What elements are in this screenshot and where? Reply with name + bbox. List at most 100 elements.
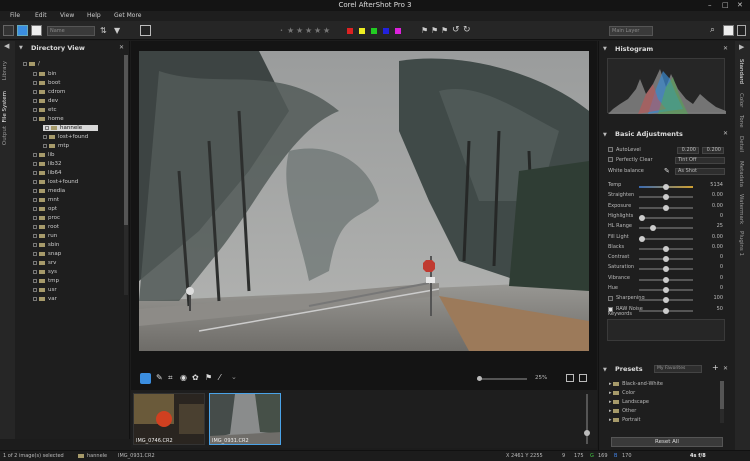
panel-toggle-icon[interactable] xyxy=(723,25,734,36)
tree-item[interactable]: sbin xyxy=(33,242,59,248)
slider-value[interactable]: 50 xyxy=(699,306,723,312)
actual-size-icon[interactable] xyxy=(579,374,587,382)
adjust-slider[interactable] xyxy=(639,276,693,283)
slider-checkbox[interactable] xyxy=(608,296,613,302)
tree-item[interactable]: lib32 xyxy=(33,161,62,167)
menu-edit[interactable]: Edit xyxy=(35,12,47,19)
tab-detail[interactable]: Detail xyxy=(738,136,744,152)
rating-star-icon[interactable]: ★ xyxy=(296,26,303,35)
slider-value[interactable]: 0 xyxy=(699,275,723,281)
tree-item[interactable]: run xyxy=(33,233,57,239)
tree-item[interactable]: sys xyxy=(33,269,57,275)
collapse-arrow-icon[interactable]: ▼ xyxy=(19,45,23,51)
tab-standard[interactable]: Standard xyxy=(738,59,744,84)
tree-scrollbar[interactable] xyxy=(124,55,128,295)
slider-knob[interactable] xyxy=(663,245,669,252)
presets-scrollbar[interactable] xyxy=(720,381,724,423)
slider-knob[interactable] xyxy=(638,235,645,242)
collapse-arrow-icon[interactable]: ▼ xyxy=(603,46,607,52)
tree-item[interactable]: opt xyxy=(33,206,57,212)
tab-output[interactable]: Output xyxy=(2,126,8,145)
fullscreen-icon[interactable] xyxy=(31,25,42,36)
tree-item[interactable]: snap xyxy=(33,251,61,257)
flag-icon[interactable]: ⚑ xyxy=(421,26,428,35)
slider-knob[interactable] xyxy=(663,194,669,201)
grid-view-icon[interactable] xyxy=(3,25,14,36)
slider-value[interactable]: 0 xyxy=(699,285,723,291)
slider-value[interactable]: 0.00 xyxy=(699,244,723,250)
color-label-green[interactable] xyxy=(371,28,377,34)
menu-file[interactable]: File xyxy=(10,12,20,19)
reject-icon[interactable]: • xyxy=(280,28,283,34)
thumbnail-selected[interactable]: IMG_0931.CR2 xyxy=(209,393,281,445)
preset-item[interactable]: ▸ Portrait xyxy=(609,417,641,423)
tab-watermark[interactable]: Watermark xyxy=(738,194,744,224)
slider-knob[interactable] xyxy=(663,184,669,190)
zoom-slider[interactable] xyxy=(477,376,527,381)
adjust-slider[interactable] xyxy=(639,287,693,293)
tree-item[interactable]: usr xyxy=(33,287,57,293)
collapse-right-icon[interactable]: ▶ xyxy=(739,43,744,51)
tab-plugins[interactable]: Plugins 1 xyxy=(738,231,744,256)
preset-item[interactable]: ▸ Color xyxy=(609,390,635,396)
overlay-icon[interactable]: ⚑ xyxy=(205,373,212,382)
slider-knob[interactable] xyxy=(663,276,669,283)
tree-item[interactable]: media xyxy=(33,188,65,194)
collapse-arrow-icon[interactable]: ▼ xyxy=(603,132,607,138)
keywords-field[interactable] xyxy=(607,319,725,341)
slider-knob[interactable] xyxy=(663,256,669,263)
slider-knob[interactable] xyxy=(663,297,669,304)
pan-tool-icon[interactable] xyxy=(140,373,151,384)
rotate-left-icon[interactable]: ↺ xyxy=(452,25,460,35)
tree-item[interactable]: bin xyxy=(33,71,57,77)
thumbnail-size-slider[interactable] xyxy=(584,394,590,444)
layout-icon[interactable] xyxy=(737,25,746,36)
slider-value[interactable]: 5134 xyxy=(699,182,723,188)
adjust-slider[interactable] xyxy=(639,256,693,263)
adjust-slider[interactable] xyxy=(639,245,693,252)
brush-icon[interactable]: ⁄ xyxy=(219,373,220,382)
slider-value[interactable]: 0.00 xyxy=(699,203,723,209)
adjust-slider[interactable] xyxy=(638,214,693,221)
presets-combo[interactable]: My Favorites xyxy=(654,365,702,373)
menu-get-more[interactable]: Get More xyxy=(114,12,141,19)
tree-item[interactable]: mnt xyxy=(33,197,59,203)
slider-value[interactable]: 0 xyxy=(699,254,723,260)
autolevel-high[interactable]: 0.200 xyxy=(702,147,724,154)
panel-close-icon[interactable]: ✕ xyxy=(723,45,728,52)
adjust-slider[interactable] xyxy=(639,204,693,211)
autolevel-checkbox[interactable]: AutoLevel xyxy=(608,147,641,153)
adjust-slider[interactable] xyxy=(638,235,693,242)
adjust-slider[interactable] xyxy=(639,297,693,304)
tree-item[interactable]: root xyxy=(33,224,59,230)
perfectly-clear-checkbox[interactable]: Perfectly Clear xyxy=(608,157,653,163)
adjust-slider[interactable] xyxy=(639,266,693,273)
tree-item[interactable]: tmp xyxy=(33,278,59,284)
menu-view[interactable]: View xyxy=(60,12,74,19)
preset-item[interactable]: ▸ Other xyxy=(609,408,636,414)
collapse-arrow-icon[interactable]: ▼ xyxy=(603,367,607,373)
close-button[interactable]: ✕ xyxy=(737,0,743,11)
flag-icon[interactable]: ⚑ xyxy=(441,26,448,35)
slider-value[interactable]: 0 xyxy=(699,264,723,270)
tab-tone[interactable]: Tone xyxy=(738,115,744,128)
reset-all-button[interactable]: Reset All xyxy=(611,437,723,447)
crop-icon[interactable]: ⌗ xyxy=(168,373,173,383)
color-label-yellow[interactable] xyxy=(359,28,365,34)
eyedropper-icon[interactable]: ✎ xyxy=(664,167,670,175)
flag-icon[interactable]: ⚑ xyxy=(431,26,438,35)
adjust-slider[interactable] xyxy=(639,194,693,201)
adjust-slider[interactable] xyxy=(639,307,693,314)
slider-knob[interactable] xyxy=(663,287,669,293)
export-icon[interactable] xyxy=(140,25,151,36)
panel-close-icon[interactable]: ✕ xyxy=(723,365,728,372)
tree-item[interactable]: lib64 xyxy=(33,170,62,176)
eyedropper-icon[interactable]: ✎ xyxy=(156,373,163,382)
slider-value[interactable]: 100 xyxy=(699,295,723,301)
tree-item[interactable]: srv xyxy=(33,260,56,266)
color-label-purple[interactable] xyxy=(395,28,401,34)
tree-item[interactable]: boot xyxy=(33,80,60,86)
color-label-blue[interactable] xyxy=(383,28,389,34)
redeye-icon[interactable]: ◉ xyxy=(180,373,187,382)
tree-item[interactable]: mtp xyxy=(43,143,69,149)
